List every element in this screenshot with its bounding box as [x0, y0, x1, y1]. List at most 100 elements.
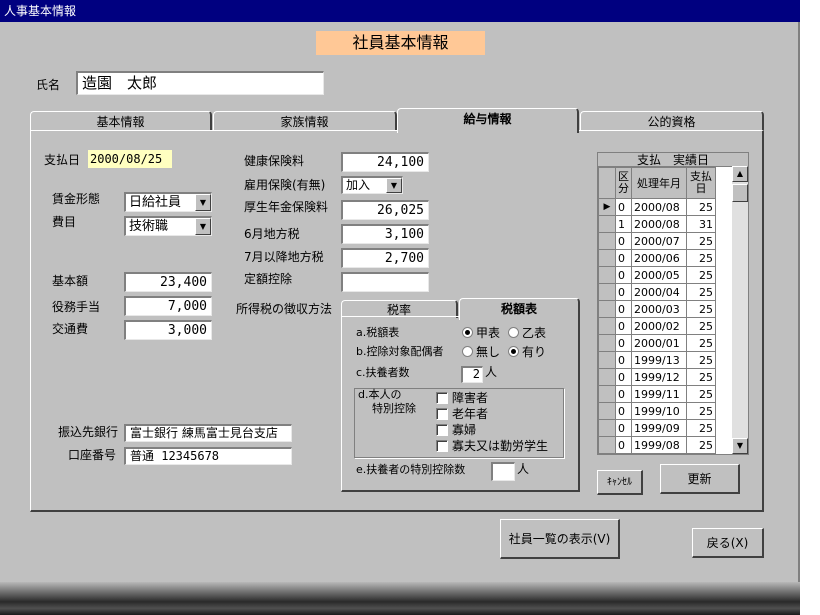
- row-selector[interactable]: [598, 317, 616, 335]
- cell-period[interactable]: 2000/04: [631, 283, 687, 301]
- cell-period[interactable]: 2000/05: [631, 266, 687, 284]
- tab-family-info[interactable]: 家族情報: [213, 111, 397, 131]
- cell-period[interactable]: 2000/08: [631, 215, 687, 233]
- cell-period[interactable]: 2000/06: [631, 249, 687, 267]
- scroll-down-icon[interactable]: ▼: [732, 438, 748, 454]
- cell-period[interactable]: 2000/02: [631, 317, 687, 335]
- radio-kou-table[interactable]: [462, 327, 473, 338]
- employment-insurance-select[interactable]: 加入 ▼: [341, 176, 403, 194]
- cell-period[interactable]: 2000/07: [631, 232, 687, 250]
- cell-period[interactable]: 1999/10: [631, 402, 687, 420]
- july-local-tax-field[interactable]: 2,700: [341, 248, 429, 268]
- cell-period[interactable]: 1999/11: [631, 385, 687, 403]
- cell-kubun[interactable]: 0: [615, 266, 632, 284]
- cell-payday[interactable]: 25: [686, 334, 716, 352]
- row-selector[interactable]: [598, 266, 616, 284]
- scroll-thumb[interactable]: [732, 184, 748, 202]
- cell-period[interactable]: 1999/08: [631, 436, 687, 454]
- june-local-tax-field[interactable]: 3,100: [341, 224, 429, 244]
- tab-qualifications[interactable]: 公的資格: [580, 111, 764, 131]
- cell-period[interactable]: 2000/01: [631, 334, 687, 352]
- table-row[interactable]: 0 1999/08 25: [598, 436, 716, 454]
- cell-kubun[interactable]: 0: [615, 283, 632, 301]
- checkbox-elderly[interactable]: [436, 408, 448, 420]
- radio-spouse-yes[interactable]: [508, 346, 519, 357]
- radio-otsu-table[interactable]: [508, 327, 519, 338]
- cell-kubun[interactable]: 0: [615, 334, 632, 352]
- row-selector[interactable]: [598, 215, 616, 233]
- expense-select[interactable]: 技術職 ▼: [124, 216, 212, 236]
- fixed-deduction-field[interactable]: [341, 272, 429, 292]
- cell-payday[interactable]: 25: [686, 385, 716, 403]
- cell-payday[interactable]: 31: [686, 215, 716, 233]
- table-row[interactable]: 0 2000/04 25: [598, 283, 716, 301]
- chevron-down-icon[interactable]: ▼: [386, 178, 402, 193]
- cell-payday[interactable]: 25: [686, 249, 716, 267]
- cell-payday[interactable]: 25: [686, 198, 716, 216]
- tab-salary-info[interactable]: 給与情報: [397, 108, 579, 133]
- checkbox-widow[interactable]: [436, 424, 448, 436]
- table-row[interactable]: 0 1999/11 25: [598, 385, 716, 403]
- wage-type-select[interactable]: 日給社員 ▼: [124, 192, 212, 212]
- cell-period[interactable]: 2000/08: [631, 198, 687, 216]
- table-row[interactable]: 0 1999/13 25: [598, 351, 716, 369]
- table-row[interactable]: 0 2000/01 25: [598, 334, 716, 352]
- transport-field[interactable]: 3,000: [124, 320, 212, 340]
- cell-payday[interactable]: 25: [686, 419, 716, 437]
- row-selector[interactable]: [598, 436, 616, 454]
- cell-kubun[interactable]: 0: [615, 419, 632, 437]
- cell-kubun[interactable]: 0: [615, 232, 632, 250]
- cell-kubun[interactable]: 0: [615, 385, 632, 403]
- cell-payday[interactable]: 25: [686, 402, 716, 420]
- cell-payday[interactable]: 25: [686, 266, 716, 284]
- pension-field[interactable]: 26,025: [341, 200, 429, 220]
- cell-kubun[interactable]: 1: [615, 215, 632, 233]
- base-amount-field[interactable]: 23,400: [124, 272, 212, 292]
- cell-kubun[interactable]: 0: [615, 317, 632, 335]
- update-button[interactable]: 更新: [660, 464, 740, 494]
- cell-period[interactable]: 2000/03: [631, 300, 687, 318]
- cell-kubun[interactable]: 0: [615, 249, 632, 267]
- health-insurance-field[interactable]: 24,100: [341, 152, 429, 172]
- cell-payday[interactable]: 25: [686, 368, 716, 386]
- table-row[interactable]: 0 1999/09 25: [598, 419, 716, 437]
- cell-payday[interactable]: 25: [686, 436, 716, 454]
- row-selector[interactable]: [598, 249, 616, 267]
- employee-list-button[interactable]: 社員一覧の表示(V): [500, 519, 620, 559]
- cell-payday[interactable]: 25: [686, 317, 716, 335]
- position-allowance-field[interactable]: 7,000: [124, 296, 212, 316]
- cell-kubun[interactable]: 0: [615, 198, 632, 216]
- table-row[interactable]: 0 1999/12 25: [598, 368, 716, 386]
- tab-basic-info[interactable]: 基本情報: [30, 111, 212, 131]
- row-selector[interactable]: [598, 402, 616, 420]
- table-row[interactable]: 1 2000/08 31: [598, 215, 716, 233]
- checkbox-widower-student[interactable]: [436, 440, 448, 452]
- table-row[interactable]: 0 2000/03 25: [598, 300, 716, 318]
- employee-name-field[interactable]: 造園 太郎: [76, 71, 324, 95]
- cell-period[interactable]: 1999/13: [631, 351, 687, 369]
- cell-period[interactable]: 1999/12: [631, 368, 687, 386]
- cell-period[interactable]: 1999/09: [631, 419, 687, 437]
- row-selector[interactable]: [598, 300, 616, 318]
- row-selector[interactable]: [598, 419, 616, 437]
- back-button[interactable]: 戻る(X): [692, 528, 764, 558]
- table-row[interactable]: 0 2000/06 25: [598, 249, 716, 267]
- row-selector[interactable]: [598, 351, 616, 369]
- cell-payday[interactable]: 25: [686, 283, 716, 301]
- row-selector[interactable]: [598, 334, 616, 352]
- table-row[interactable]: 0 2000/05 25: [598, 266, 716, 284]
- checkbox-disabled[interactable]: [436, 392, 448, 404]
- cell-payday[interactable]: 25: [686, 300, 716, 318]
- radio-spouse-none[interactable]: [462, 346, 473, 357]
- row-selector[interactable]: [598, 283, 616, 301]
- cell-payday[interactable]: 25: [686, 351, 716, 369]
- table-row[interactable]: 0 2000/07 25: [598, 232, 716, 250]
- bank-field[interactable]: 富士銀行 練馬富士見台支店: [124, 424, 292, 442]
- chevron-down-icon[interactable]: ▼: [195, 194, 211, 211]
- row-selector[interactable]: [598, 385, 616, 403]
- dependent-special-field[interactable]: [491, 462, 515, 481]
- table-row[interactable]: 0 2000/02 25: [598, 317, 716, 335]
- row-selector[interactable]: [598, 368, 616, 386]
- cell-kubun[interactable]: 0: [615, 436, 632, 454]
- cell-kubun[interactable]: 0: [615, 368, 632, 386]
